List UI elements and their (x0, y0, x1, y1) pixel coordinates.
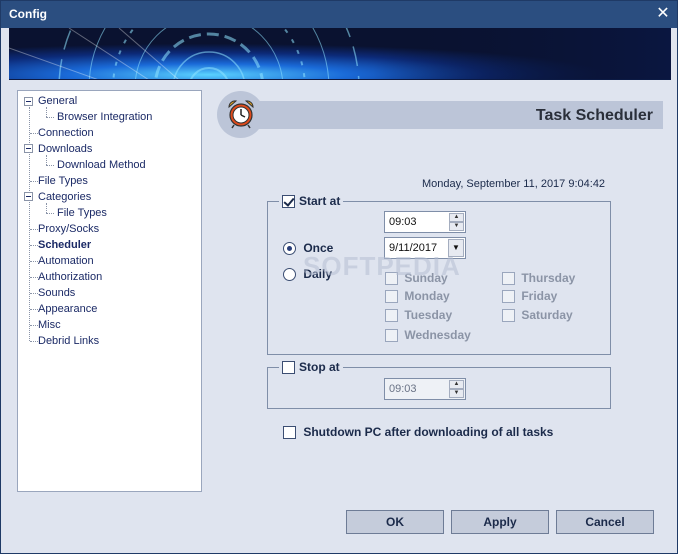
tree-line (46, 165, 54, 166)
cancel-button[interactable]: Cancel (556, 510, 654, 534)
daily-radio-row[interactable]: Daily (283, 267, 333, 282)
spin-down-icon[interactable]: ▼ (449, 389, 464, 398)
start-time-value: 09:03 (389, 216, 417, 228)
tree-item-category-file-types[interactable]: File Types (57, 206, 107, 221)
start-date-picker[interactable]: 9/11/2017 ▼ (384, 237, 466, 259)
tree-line (30, 133, 38, 134)
start-at-legend[interactable]: Start at (279, 194, 344, 208)
stop-at-label: Stop at (299, 360, 340, 374)
day-sunday[interactable]: Sunday (385, 271, 448, 286)
config-window: Config ✕ General Browser Integration Con… (0, 0, 678, 554)
tree-item-authorization[interactable]: Authorization (38, 270, 102, 285)
tree-line (30, 229, 38, 230)
tree-line (30, 309, 38, 310)
once-label: Once (303, 241, 334, 255)
spin-down-icon[interactable]: ▼ (449, 222, 464, 231)
stop-at-checkbox[interactable] (282, 360, 295, 374)
spin-up-icon[interactable]: ▲ (449, 213, 464, 222)
tree-item-general[interactable]: General (38, 94, 77, 109)
tree-line (46, 117, 54, 118)
start-date-value: 9/11/2017 (389, 242, 438, 254)
day-label: Wednesday (404, 328, 471, 342)
shutdown-label: Shutdown PC after downloading of all tas… (303, 425, 554, 439)
tree-item-appearance[interactable]: Appearance (38, 302, 97, 317)
tree-item-scheduler[interactable]: Scheduler (38, 238, 91, 253)
window-title: Config (9, 7, 47, 21)
tree-line (30, 261, 38, 262)
daily-label: Daily (303, 267, 333, 281)
tree-item-categories[interactable]: Categories (38, 190, 91, 205)
day-checkbox[interactable] (385, 290, 398, 304)
tree-item-connection[interactable]: Connection (38, 126, 94, 141)
day-checkbox[interactable] (385, 309, 398, 323)
title-bar[interactable]: Config ✕ (1, 1, 677, 28)
day-label: Thursday (521, 271, 576, 285)
collapse-icon[interactable] (24, 144, 33, 153)
day-checkbox[interactable] (502, 272, 515, 286)
day-checkbox[interactable] (385, 272, 398, 286)
shutdown-checkbox[interactable] (283, 426, 296, 440)
day-checkbox[interactable] (502, 309, 515, 323)
day-label: Monday (404, 289, 450, 303)
stop-time-spinner[interactable]: 09:03 ▲ ▼ (384, 378, 466, 400)
day-saturday[interactable]: Saturday (502, 308, 573, 323)
tree-item-misc[interactable]: Misc (38, 318, 61, 333)
start-at-checkbox[interactable] (282, 194, 295, 208)
spin-up-icon[interactable]: ▲ (449, 380, 464, 389)
tree-line (30, 181, 38, 182)
tree-line (46, 213, 54, 214)
stop-time-value: 09:03 (389, 383, 417, 395)
dropdown-arrow-icon[interactable]: ▼ (448, 239, 464, 257)
day-label: Saturday (521, 308, 573, 322)
apply-button[interactable]: Apply (451, 510, 549, 534)
day-label: Tuesday (404, 308, 453, 322)
day-wednesday[interactable]: Wednesday (385, 328, 471, 343)
collapse-icon[interactable] (24, 192, 33, 201)
tree-line (30, 245, 38, 246)
day-checkbox[interactable] (502, 290, 515, 304)
current-datetime: Monday, September 11, 2017 9:04:42 (422, 178, 606, 190)
tree-item-sounds[interactable]: Sounds (38, 286, 75, 301)
day-thursday[interactable]: Thursday (502, 271, 576, 286)
tree-item-proxy-socks[interactable]: Proxy/Socks (38, 222, 99, 237)
settings-tree[interactable]: General Browser Integration Connection D… (17, 90, 202, 492)
day-label: Sunday (404, 271, 448, 285)
tree-item-debrid-links[interactable]: Debrid Links (38, 334, 99, 349)
stop-at-legend[interactable]: Stop at (279, 360, 343, 374)
tree-line (30, 277, 38, 278)
shutdown-row[interactable]: Shutdown PC after downloading of all tas… (283, 425, 554, 440)
day-tuesday[interactable]: Tuesday (385, 308, 453, 323)
day-friday[interactable]: Friday (502, 289, 558, 304)
tree-line (30, 325, 38, 326)
tree-item-download-method[interactable]: Download Method (57, 158, 146, 173)
tree-item-file-types[interactable]: File Types (38, 174, 88, 189)
start-at-label: Start at (299, 194, 341, 208)
daily-radio[interactable] (283, 268, 296, 282)
alarm-clock-icon (228, 100, 254, 129)
day-checkbox[interactable] (385, 329, 398, 343)
start-time-spinner[interactable]: 09:03 ▲ ▼ (384, 211, 466, 233)
tree-line (30, 341, 38, 342)
collapse-icon[interactable] (24, 97, 33, 106)
tree-item-automation[interactable]: Automation (38, 254, 94, 269)
tree-line (29, 107, 30, 341)
page-title: Task Scheduler (535, 107, 653, 124)
once-radio[interactable] (283, 242, 296, 256)
ok-button[interactable]: OK (346, 510, 444, 534)
section-header: Task Scheduler (217, 91, 663, 138)
day-monday[interactable]: Monday (385, 289, 450, 304)
tree-item-browser-integration[interactable]: Browser Integration (57, 110, 152, 125)
day-label: Friday (521, 289, 558, 303)
tree-item-downloads[interactable]: Downloads (38, 142, 92, 157)
close-icon[interactable]: ✕ (653, 4, 673, 24)
banner-image (9, 28, 671, 80)
once-radio-row[interactable]: Once (283, 241, 334, 256)
tree-line (30, 293, 38, 294)
